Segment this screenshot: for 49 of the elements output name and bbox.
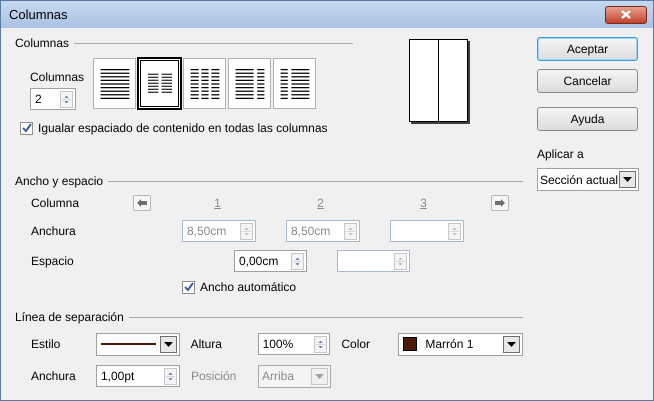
dropdown-arrow-icon: [623, 177, 632, 182]
field-label: Altura: [190, 336, 223, 353]
line-sample: [100, 343, 156, 345]
color-dropdown[interactable]: Marrón 1: [398, 332, 523, 356]
field-label: Anchura: [31, 368, 77, 385]
apply-to-label: Aplicar a: [537, 146, 585, 163]
checkbox-label: Igualar espaciado de contenido en todas las columnas: [38, 120, 328, 137]
line-style-dropdown[interactable]: [96, 332, 180, 356]
right-arrow-icon: [495, 199, 505, 207]
section-title: Línea de separación: [15, 309, 124, 326]
column-layout-option[interactable]: [183, 58, 226, 109]
checkmark-icon: [184, 282, 194, 292]
column-layout-option[interactable]: [93, 58, 136, 109]
column-number: 2: [316, 195, 325, 212]
section-title: Ancho y espacio: [15, 173, 104, 190]
field-label: Posición: [191, 368, 238, 385]
height-field[interactable]: 100%: [258, 333, 330, 355]
column-count-field[interactable]: 2: [30, 88, 76, 110]
column-number: 3: [419, 195, 428, 212]
dropdown-arrow-icon: [507, 342, 516, 346]
field-label: Estilo: [31, 336, 62, 353]
dialog-button[interactable]: Aceptar: [537, 37, 638, 61]
column-layout-option[interactable]: [228, 58, 271, 109]
field-label: Espacio: [31, 253, 75, 270]
dialog-button[interactable]: Ayuda: [537, 107, 638, 131]
field-label: Columnas: [30, 69, 86, 86]
column-layout-option[interactable]: [273, 58, 316, 109]
close-icon: [621, 10, 631, 19]
checkmark-icon: [22, 123, 32, 133]
dialog-button[interactable]: Cancelar: [537, 69, 638, 93]
column-number: 1: [213, 195, 222, 212]
section-title: Columnas: [15, 35, 70, 52]
field-label: Columna: [31, 195, 80, 212]
apply-to-dropdown[interactable]: Sección actual: [537, 168, 639, 191]
checkbox[interactable]: [182, 280, 195, 294]
spacing-field[interactable]: 0,00cm: [234, 250, 307, 272]
field-label: Anchura: [31, 223, 77, 240]
field-label: Color: [341, 336, 372, 353]
dropdown-arrow-icon: [315, 374, 324, 378]
dropdown-arrow-icon: [164, 342, 173, 346]
next-button[interactable]: [491, 195, 509, 211]
close-button[interactable]: [605, 6, 647, 24]
checkbox-label: Ancho automático: [200, 279, 296, 296]
previous-button[interactable]: [133, 195, 151, 211]
window-title: Columnas: [9, 6, 68, 24]
left-arrow-icon: [137, 199, 147, 207]
line-width-field[interactable]: 1,00pt: [96, 365, 180, 387]
checkbox[interactable]: [20, 122, 33, 134]
column-layout-option[interactable]: [138, 58, 181, 109]
